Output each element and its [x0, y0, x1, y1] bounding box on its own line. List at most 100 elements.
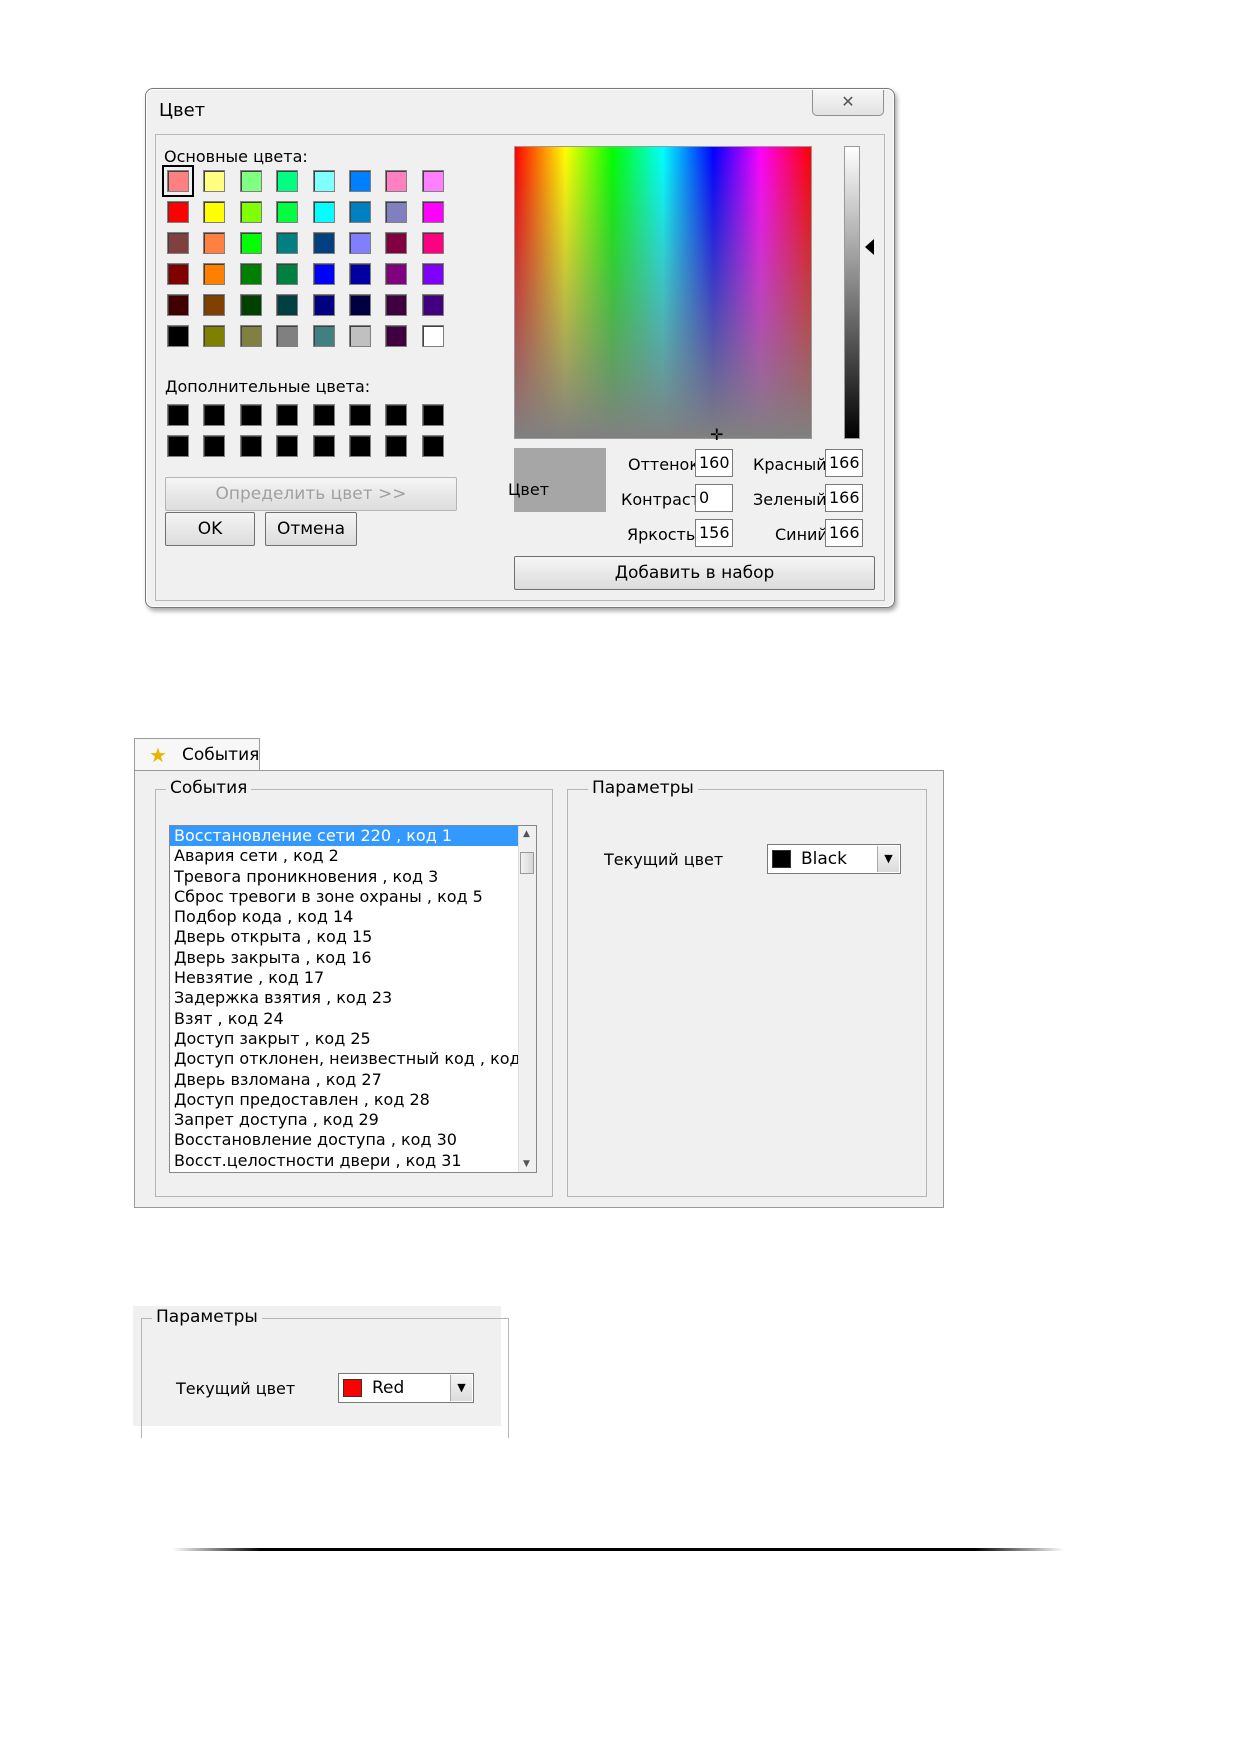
- custom-color-swatch[interactable]: [385, 404, 408, 426]
- current-color-combo[interactable]: Black ▼: [767, 844, 901, 874]
- events-scrollbar[interactable]: ▲ ▼: [518, 826, 536, 1172]
- list-item[interactable]: Запрет доступа , код 29: [170, 1110, 536, 1130]
- basic-color-swatch[interactable]: [167, 294, 189, 316]
- snippet-current-color-combo[interactable]: Red ▼: [338, 1373, 474, 1403]
- basic-color-swatch[interactable]: [276, 170, 299, 192]
- scroll-down-icon[interactable]: ▼: [523, 1159, 530, 1169]
- basic-color-swatch[interactable]: [312, 263, 335, 285]
- basic-color-swatch[interactable]: [421, 201, 444, 223]
- custom-color-swatch[interactable]: [421, 435, 444, 457]
- basic-color-swatch[interactable]: [276, 201, 299, 223]
- list-item[interactable]: Авария сети , код 2: [170, 846, 536, 866]
- basic-color-swatch[interactable]: [421, 263, 444, 285]
- basic-color-swatch[interactable]: [162, 165, 194, 197]
- scroll-thumb[interactable]: [520, 852, 534, 874]
- hue-field[interactable]: 160: [695, 449, 733, 477]
- basic-color-swatch[interactable]: [349, 201, 371, 223]
- custom-color-swatch[interactable]: [349, 404, 371, 426]
- basic-color-swatch[interactable]: [239, 325, 262, 347]
- basic-color-swatch[interactable]: [312, 294, 335, 316]
- custom-color-swatch[interactable]: [421, 404, 444, 426]
- basic-color-swatch[interactable]: [385, 201, 408, 223]
- basic-color-swatch[interactable]: [312, 170, 335, 192]
- basic-color-swatch[interactable]: [167, 201, 189, 223]
- basic-color-swatch[interactable]: [167, 232, 189, 254]
- basic-color-swatch[interactable]: [385, 294, 408, 316]
- luminance-arrow-icon[interactable]: [865, 239, 874, 255]
- events-listbox[interactable]: Восстановление сети 220 , код 1 Авария се…: [169, 825, 537, 1173]
- custom-color-swatch[interactable]: [239, 404, 262, 426]
- list-item[interactable]: Взят , код 24: [170, 1009, 536, 1029]
- chevron-down-icon[interactable]: ▼: [877, 846, 899, 872]
- basic-color-swatch[interactable]: [239, 263, 262, 285]
- basic-color-swatch[interactable]: [312, 232, 335, 254]
- custom-color-swatch[interactable]: [203, 404, 226, 426]
- basic-color-swatch[interactable]: [203, 325, 226, 347]
- basic-color-swatch[interactable]: [276, 232, 299, 254]
- list-item[interactable]: Сброс тревоги в зоне охраны , код 5: [170, 887, 536, 907]
- close-button[interactable]: ✕: [812, 90, 884, 116]
- chevron-down-icon[interactable]: ▼: [450, 1375, 472, 1401]
- basic-color-swatch[interactable]: [385, 325, 408, 347]
- custom-color-swatch[interactable]: [203, 435, 226, 457]
- list-item[interactable]: Восст.целостности двери , код 31: [170, 1151, 536, 1171]
- basic-color-swatch[interactable]: [167, 263, 189, 285]
- cancel-button[interactable]: Отмена: [265, 512, 357, 546]
- custom-color-swatch[interactable]: [276, 404, 299, 426]
- basic-color-swatch[interactable]: [349, 232, 371, 254]
- custom-color-swatch[interactable]: [167, 435, 189, 457]
- custom-color-swatch[interactable]: [167, 404, 189, 426]
- tab-events[interactable]: ★ События: [134, 738, 260, 770]
- saturation-field[interactable]: 0: [695, 484, 733, 512]
- basic-color-swatch[interactable]: [349, 263, 371, 285]
- basic-color-swatch[interactable]: [421, 325, 444, 347]
- basic-color-swatch[interactable]: [239, 232, 262, 254]
- list-item[interactable]: Доступ закрыт , код 25: [170, 1029, 536, 1049]
- list-item[interactable]: Дверь закрыта , код 16: [170, 948, 536, 968]
- define-color-button[interactable]: Определить цвет >>: [165, 477, 457, 511]
- basic-color-swatch[interactable]: [421, 170, 444, 192]
- basic-color-swatch[interactable]: [312, 325, 335, 347]
- red-field[interactable]: 166: [825, 449, 863, 477]
- green-field[interactable]: 166: [825, 484, 863, 512]
- basic-color-swatch[interactable]: [276, 263, 299, 285]
- color-spectrum[interactable]: ✛: [514, 146, 812, 444]
- basic-color-swatch[interactable]: [349, 170, 371, 192]
- list-item[interactable]: Задержка взятия , код 23: [170, 988, 536, 1008]
- basic-color-swatch[interactable]: [203, 263, 226, 285]
- basic-color-swatch[interactable]: [167, 325, 189, 347]
- scroll-up-icon[interactable]: ▲: [523, 829, 530, 839]
- basic-color-swatch[interactable]: [276, 294, 299, 316]
- custom-color-swatch[interactable]: [239, 435, 262, 457]
- basic-color-swatch[interactable]: [421, 294, 444, 316]
- list-item[interactable]: Доступ отклонен, неизвестный код , код 2: [170, 1049, 536, 1069]
- basic-color-swatch[interactable]: [203, 201, 226, 223]
- basic-color-swatch[interactable]: [421, 232, 444, 254]
- list-item[interactable]: Доступ предоставлен , код 28: [170, 1090, 536, 1110]
- custom-color-swatch[interactable]: [276, 435, 299, 457]
- list-item[interactable]: Подбор кода , код 14: [170, 907, 536, 927]
- blue-field[interactable]: 166: [825, 519, 863, 547]
- list-item[interactable]: Дверь взломана , код 27: [170, 1070, 536, 1090]
- basic-color-swatch[interactable]: [203, 170, 226, 192]
- basic-color-swatch[interactable]: [312, 201, 335, 223]
- basic-color-swatch[interactable]: [385, 232, 408, 254]
- basic-color-swatch[interactable]: [349, 294, 371, 316]
- basic-color-swatch[interactable]: [239, 201, 262, 223]
- luminance-field[interactable]: 156: [695, 519, 733, 547]
- custom-color-swatch[interactable]: [385, 435, 408, 457]
- list-item[interactable]: Невзятие , код 17: [170, 968, 536, 988]
- list-item[interactable]: Восстановление доступа , код 30: [170, 1130, 536, 1150]
- basic-color-swatch[interactable]: [385, 263, 408, 285]
- custom-color-swatch[interactable]: [312, 435, 335, 457]
- add-to-custom-button[interactable]: Добавить в набор: [514, 556, 875, 590]
- basic-color-swatch[interactable]: [239, 170, 262, 192]
- custom-color-swatch[interactable]: [312, 404, 335, 426]
- basic-color-swatch[interactable]: [276, 325, 299, 347]
- ok-button[interactable]: OK: [165, 512, 255, 546]
- basic-color-swatch[interactable]: [239, 294, 262, 316]
- basic-color-swatch[interactable]: [385, 170, 408, 192]
- list-item[interactable]: Тревога проникновения , код 3: [170, 867, 536, 887]
- basic-color-swatch[interactable]: [349, 325, 371, 347]
- basic-color-swatch[interactable]: [203, 232, 226, 254]
